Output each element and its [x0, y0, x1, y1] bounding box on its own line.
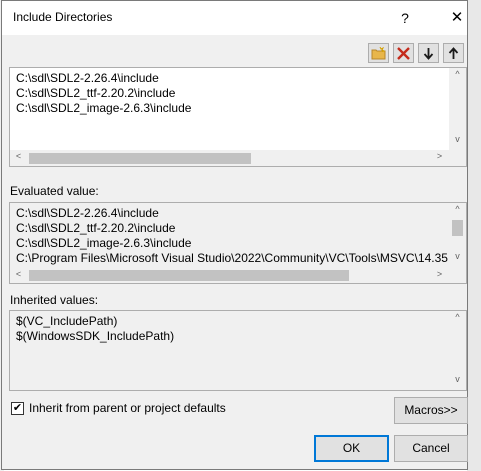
- inherited-line: $(VC_IncludePath): [16, 314, 118, 328]
- evaluated-line: C:\Program Files\Microsoft Visual Studio…: [16, 251, 448, 265]
- help-button[interactable]: ?: [390, 7, 420, 29]
- vertical-scroll-thumb[interactable]: [452, 220, 463, 236]
- arrow-up-icon: [448, 46, 459, 59]
- background-window-edge-right: [467, 0, 481, 471]
- editor-horizontal-scrollbar[interactable]: < >: [10, 150, 466, 166]
- cancel-button[interactable]: Cancel: [394, 435, 468, 462]
- scroll-up-arrow[interactable]: ^: [449, 204, 466, 214]
- delete-icon: [397, 46, 410, 60]
- evaluated-line: C:\sdl\SDL2-2.26.4\include: [16, 206, 159, 220]
- inherited-vertical-scrollbar[interactable]: ^ v: [449, 311, 466, 390]
- horizontal-scroll-thumb[interactable]: [29, 270, 349, 281]
- scroll-left-arrow[interactable]: <: [10, 269, 27, 279]
- inherit-checkbox[interactable]: ✔: [11, 402, 24, 415]
- include-paths-editor[interactable]: C:\sdl\SDL2-2.26.4\include C:\sdl\SDL2_t…: [9, 67, 467, 167]
- macros-button[interactable]: Macros>>: [394, 397, 468, 424]
- scroll-right-arrow[interactable]: >: [431, 151, 448, 161]
- dialog-title: Include Directories: [13, 10, 113, 24]
- scroll-right-arrow[interactable]: >: [431, 269, 448, 279]
- editor-line[interactable]: C:\sdl\SDL2_ttf-2.20.2\include: [16, 86, 175, 100]
- evaluated-value-label: Evaluated value:: [10, 184, 99, 198]
- inherited-line: $(WindowsSDK_IncludePath): [16, 329, 175, 343]
- ok-button[interactable]: OK: [314, 435, 389, 462]
- move-down-button[interactable]: [418, 43, 439, 63]
- arrow-down-icon: [423, 47, 434, 60]
- new-line-button[interactable]: [368, 43, 389, 63]
- include-directories-dialog: Include Directories ? ✕ C:\sdl\SDL2-2.26…: [1, 0, 468, 470]
- inherited-values-label: Inherited values:: [10, 293, 99, 307]
- editor-line[interactable]: C:\sdl\SDL2-2.26.4\include: [16, 71, 159, 85]
- scroll-down-arrow[interactable]: v: [449, 251, 466, 261]
- editor-vertical-scrollbar[interactable]: ^ v: [449, 68, 466, 150]
- scroll-left-arrow[interactable]: <: [10, 151, 27, 161]
- evaluated-horizontal-scrollbar[interactable]: < >: [10, 268, 449, 283]
- close-button[interactable]: ✕: [442, 7, 472, 29]
- inherited-values-box: $(VC_IncludePath) $(WindowsSDK_IncludePa…: [9, 310, 467, 391]
- evaluated-value-box: C:\sdl\SDL2-2.26.4\include C:\sdl\SDL2_t…: [9, 202, 467, 284]
- scroll-up-arrow[interactable]: ^: [449, 69, 466, 79]
- scroll-down-arrow[interactable]: v: [449, 134, 466, 144]
- inherit-checkbox-label[interactable]: Inherit from parent or project defaults: [29, 401, 226, 415]
- new-folder-icon: [371, 46, 386, 59]
- move-up-button[interactable]: [443, 43, 464, 63]
- editor-line[interactable]: C:\sdl\SDL2_image-2.6.3\include: [16, 101, 191, 115]
- evaluated-line: C:\sdl\SDL2_ttf-2.20.2\include: [16, 221, 176, 235]
- evaluated-line: C:\sdl\SDL2_image-2.6.3\include: [16, 236, 192, 250]
- title-bar: Include Directories ? ✕: [2, 1, 467, 35]
- scroll-up-arrow[interactable]: ^: [449, 312, 466, 322]
- horizontal-scroll-thumb[interactable]: [29, 153, 251, 164]
- delete-button[interactable]: [393, 43, 414, 63]
- scroll-down-arrow[interactable]: v: [449, 374, 466, 384]
- evaluated-vertical-scrollbar[interactable]: ^ v: [449, 203, 466, 267]
